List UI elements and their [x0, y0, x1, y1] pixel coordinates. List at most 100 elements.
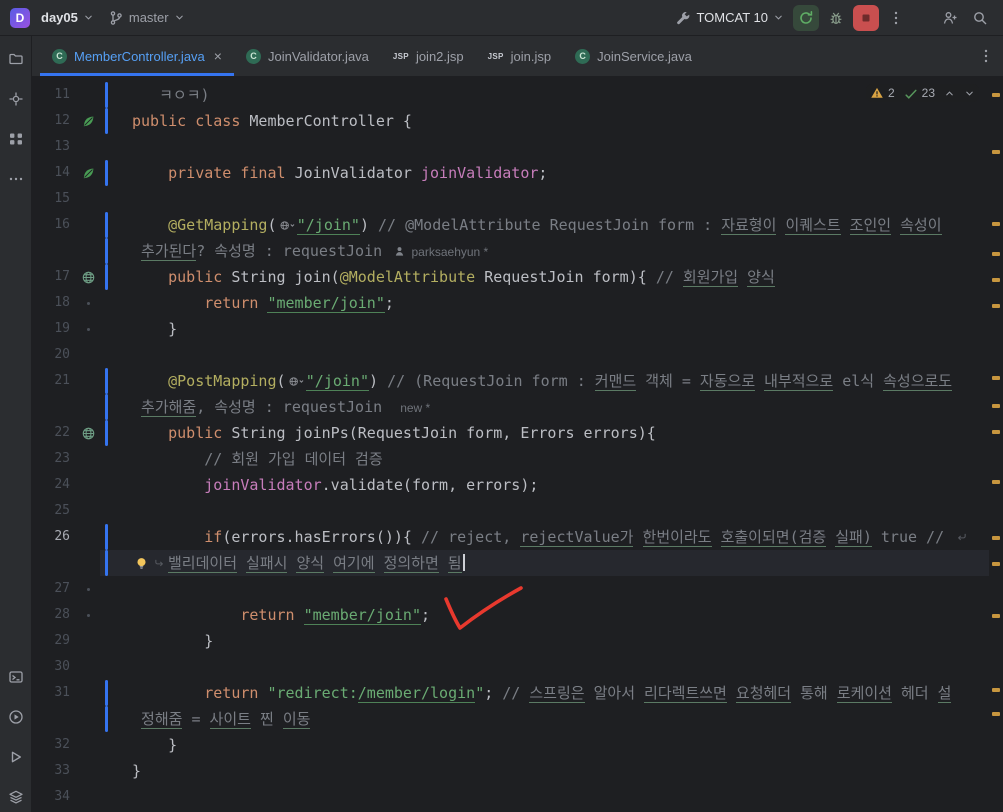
line-number[interactable]: 14 — [32, 160, 76, 186]
code-text[interactable]: return "member/join"; — [114, 290, 989, 316]
code-text[interactable]: } — [114, 732, 989, 758]
tab-join2.jsp[interactable]: JSP join2.jsp — [381, 36, 476, 76]
code-line-32[interactable]: 32 } — [32, 732, 989, 758]
code-with-me-button[interactable] — [937, 5, 963, 31]
error-stripe-mark[interactable] — [992, 376, 1000, 380]
code-line-20[interactable]: 20 — [32, 342, 989, 368]
line-number[interactable]: 20 — [32, 342, 76, 368]
line-number[interactable]: 29 — [32, 628, 76, 654]
tab-join.jsp[interactable]: JSP join.jsp — [476, 36, 564, 76]
code-text[interactable]: ㅋㅇㅋ) — [114, 82, 989, 108]
line-number[interactable]: 26 — [32, 524, 76, 550]
code-line-18[interactable]: 18 return "member/join"; — [32, 290, 989, 316]
code-text[interactable] — [114, 186, 989, 212]
gutter-cell[interactable] — [76, 108, 100, 134]
error-stripe-mark[interactable] — [992, 480, 1000, 484]
code-line-22[interactable]: 22 public String joinPs(RequestJoin form… — [32, 420, 989, 446]
line-number[interactable]: 27 — [32, 576, 76, 602]
code-text[interactable]: 추가해줌, 속성명 : requestJoin new * — [114, 394, 989, 420]
code-text[interactable]: if(errors.hasErrors()){ // reject, rejec… — [114, 524, 989, 550]
code-line-13[interactable]: 13 — [32, 134, 989, 160]
error-stripe-mark[interactable] — [992, 93, 1000, 97]
code-line-34[interactable]: 34 — [32, 784, 989, 810]
code-text[interactable] — [114, 342, 989, 368]
line-number[interactable] — [32, 394, 76, 420]
editor[interactable]: 11 ㅋㅇㅋ) 12 public class MemberController {… — [32, 77, 1003, 812]
code-line-12[interactable]: 12 public class MemberController { — [32, 108, 989, 134]
tool-terminal-button[interactable] — [3, 664, 29, 690]
tool-build-layers-button[interactable] — [3, 784, 29, 810]
code-text[interactable]: @PostMapping("/join") // (RequestJoin fo… — [114, 368, 989, 394]
line-number[interactable] — [32, 706, 76, 732]
line-number[interactable]: 11 — [32, 82, 76, 108]
code-line-23[interactable]: 23 // 회원 가입 데이터 검증 — [32, 446, 989, 472]
code-text[interactable]: // 회원 가입 데이터 검증 — [114, 446, 989, 472]
code-line-24[interactable]: 24 joinValidator.validate(form, errors); — [32, 472, 989, 498]
error-stripe-mark[interactable] — [992, 150, 1000, 154]
code-line-wrap[interactable]: 정해줌 = 사이트 찐 이동 — [32, 706, 989, 732]
error-stripe[interactable] — [989, 77, 1003, 812]
line-number[interactable]: 31 — [32, 680, 76, 706]
spring-bean-icon[interactable] — [81, 166, 96, 181]
line-number[interactable]: 24 — [32, 472, 76, 498]
code-text[interactable] — [114, 134, 989, 160]
close-icon[interactable]: × — [214, 49, 222, 63]
code-line-16[interactable]: 16 @GetMapping("/join") // @ModelAttribu… — [32, 212, 989, 238]
error-stripe-mark[interactable] — [992, 562, 1000, 566]
request-mapping-icon[interactable] — [81, 426, 96, 441]
tab-options-button[interactable] — [973, 43, 999, 69]
code-text[interactable]: return "member/join"; — [114, 602, 989, 628]
code-text[interactable]: @GetMapping("/join") // @ModelAttribute … — [114, 212, 989, 238]
line-number[interactable]: 30 — [32, 654, 76, 680]
code-text[interactable]: public class MemberController { — [114, 108, 989, 134]
error-stripe-mark[interactable] — [992, 304, 1000, 308]
code-line-wrap[interactable]: 추가된다? 속성명 : requestJoin parksaehyun * — [32, 238, 989, 264]
branch-selector[interactable]: master — [103, 7, 190, 29]
tool-commit-button[interactable] — [3, 86, 29, 112]
code-line-28[interactable]: 28 return "member/join"; — [32, 602, 989, 628]
code-text[interactable] — [114, 498, 989, 524]
tab-MemberController.java[interactable]: C MemberController.java × — [40, 36, 234, 76]
code-text[interactable] — [114, 784, 989, 810]
line-number[interactable] — [32, 238, 76, 264]
code-line-11[interactable]: 11 ㅋㅇㅋ) — [32, 82, 989, 108]
code-line-wrap[interactable]: 추가해줌, 속성명 : requestJoin new * — [32, 394, 989, 420]
line-number[interactable] — [32, 550, 76, 576]
search-everywhere-button[interactable] — [967, 5, 993, 31]
code-line-wrap[interactable]: 밸리데이터 실패시 양식 여기에 정의하면 됨 — [32, 550, 989, 576]
line-number[interactable]: 17 — [32, 264, 76, 290]
project-selector[interactable]: day05 — [36, 7, 99, 28]
error-stripe-mark[interactable] — [992, 712, 1000, 716]
url-inlay-icon[interactable] — [279, 212, 295, 238]
error-stripe-mark[interactable] — [992, 430, 1000, 434]
line-number[interactable]: 22 — [32, 420, 76, 446]
intention-bulb-icon[interactable] — [134, 550, 149, 576]
code-text[interactable] — [114, 576, 989, 602]
run-config-selector[interactable]: TOMCAT 10 — [670, 7, 789, 29]
code-text[interactable]: 밸리데이터 실패시 양식 여기에 정의하면 됨 — [114, 550, 989, 576]
line-number[interactable]: 19 — [32, 316, 76, 342]
gutter-cell[interactable] — [76, 160, 100, 186]
line-number[interactable]: 28 — [32, 602, 76, 628]
code-line-21[interactable]: 21 @PostMapping("/join") // (RequestJoin… — [32, 368, 989, 394]
code-text[interactable] — [114, 654, 989, 680]
code-line-27[interactable]: 27 — [32, 576, 989, 602]
tab-JoinService.java[interactable]: C JoinService.java — [563, 36, 704, 76]
code-line-15[interactable]: 15 — [32, 186, 989, 212]
line-number[interactable]: 32 — [32, 732, 76, 758]
gutter-cell[interactable] — [76, 264, 100, 290]
error-stripe-mark[interactable] — [992, 614, 1000, 618]
line-number[interactable]: 33 — [32, 758, 76, 784]
code-line-33[interactable]: 33} — [32, 758, 989, 784]
rerun-button[interactable] — [793, 4, 819, 31]
line-number[interactable]: 21 — [32, 368, 76, 394]
code-text[interactable]: } — [114, 758, 989, 784]
spring-bean-icon[interactable] — [81, 114, 96, 129]
line-number[interactable]: 34 — [32, 784, 76, 810]
error-stripe-mark[interactable] — [992, 222, 1000, 226]
tool-services-button[interactable] — [3, 744, 29, 770]
line-number[interactable]: 25 — [32, 498, 76, 524]
line-number[interactable]: 23 — [32, 446, 76, 472]
error-stripe-mark[interactable] — [992, 688, 1000, 692]
warnings-indicator[interactable]: 2 — [870, 86, 895, 100]
